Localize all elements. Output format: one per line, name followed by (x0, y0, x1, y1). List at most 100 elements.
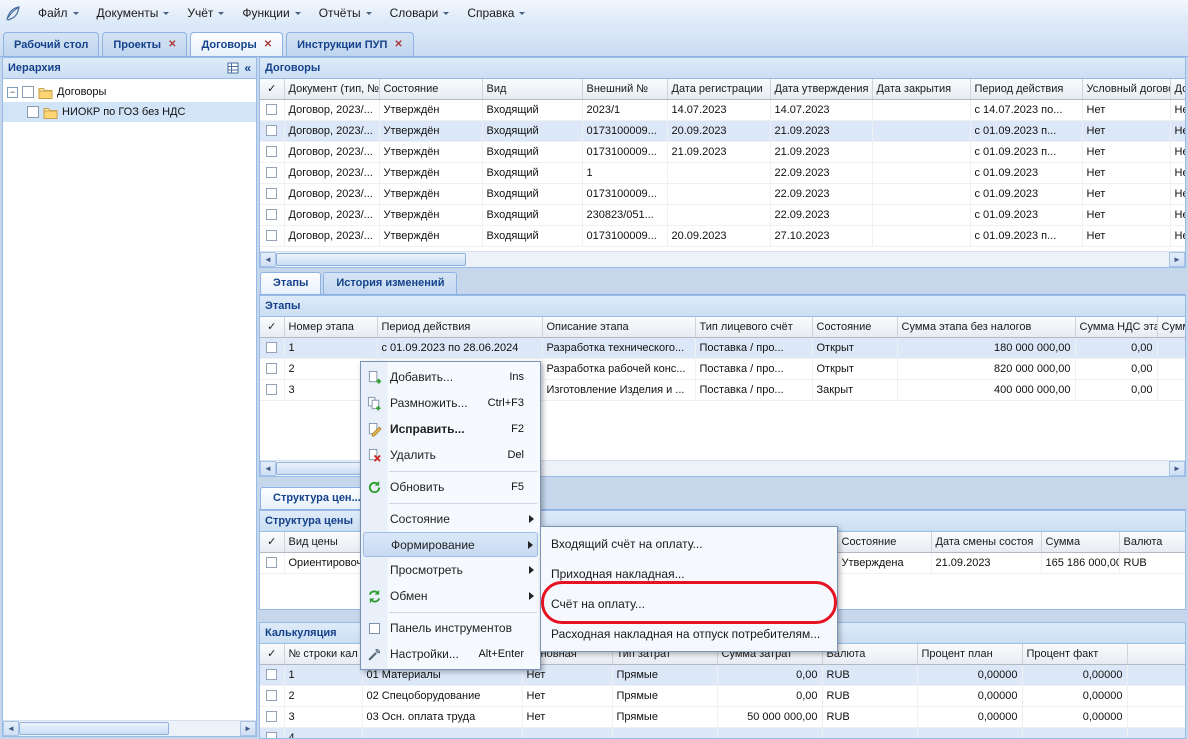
column-header[interactable]: Вид (482, 79, 582, 99)
table-row[interactable]: Договор, 2023/...УтверждёнВходящий2023/1… (260, 99, 1185, 120)
row-checkbox[interactable] (266, 188, 277, 199)
column-header[interactable]: До (1170, 79, 1185, 99)
column-header[interactable]: ✓ (260, 532, 284, 552)
menu-help[interactable]: Справка (458, 3, 534, 24)
menu-documents[interactable]: Документы (88, 3, 179, 24)
column-header[interactable]: Дата закрытия (872, 79, 970, 99)
column-header[interactable]: Дата смены состоя (931, 532, 1041, 552)
close-tab-icon[interactable]: ✕ (394, 40, 402, 50)
scrollbar-track[interactable] (276, 252, 1169, 267)
column-header[interactable]: Дата регистрации (667, 79, 770, 99)
close-tab-icon[interactable]: ✕ (168, 40, 176, 50)
column-header[interactable]: Описание этапа (542, 317, 695, 337)
menu-accounting[interactable]: Учёт (178, 3, 233, 24)
context-menu-item-settings[interactable]: Настройки... Alt+Enter (361, 641, 540, 667)
menu-dictionaries[interactable]: Словари (381, 3, 459, 24)
column-header[interactable]: Документ (тип, № (284, 79, 379, 99)
column-header[interactable]: Процент факт (1022, 644, 1127, 664)
column-header[interactable]: № строки кал (284, 644, 362, 664)
tab-stages[interactable]: Этапы (260, 272, 321, 294)
tree-checkbox[interactable] (22, 86, 34, 98)
tree-checkbox[interactable] (27, 106, 39, 118)
menu-file[interactable]: Файл (29, 3, 88, 24)
row-checkbox[interactable] (266, 363, 277, 374)
table-row[interactable]: Договор, 2023/...УтверждёнВходящий017310… (260, 141, 1185, 162)
column-header[interactable]: Период действия (970, 79, 1082, 99)
row-checkbox[interactable] (266, 711, 277, 722)
menu-reports[interactable]: Отчёты (310, 3, 381, 24)
close-tab-icon[interactable]: ✕ (264, 40, 272, 50)
context-menu-item-edit[interactable]: Исправить... F2 (361, 416, 540, 442)
column-header[interactable]: Дата утверждения (770, 79, 872, 99)
table-row[interactable]: Договор, 2023/...УтверждёнВходящий017310… (260, 183, 1185, 204)
column-header[interactable]: Тип лицевого счёт (695, 317, 812, 337)
table-row[interactable]: Договор, 2023/...УтверждёнВходящий122.09… (260, 162, 1185, 183)
context-menu-item-duplicate[interactable]: Размножить... Ctrl+F3 (361, 390, 540, 416)
tab-contracts[interactable]: Договоры✕ (190, 32, 283, 56)
row-checkbox[interactable] (266, 732, 277, 738)
context-menu-item-add[interactable]: Добавить... Ins (361, 364, 540, 390)
menu-functions[interactable]: Функции (233, 3, 309, 24)
scrollbar-track[interactable] (19, 721, 240, 736)
tree-node-niokr[interactable]: НИОКР по ГОЗ без НДС (3, 102, 256, 122)
context-menu-item-generate[interactable]: Формирование (363, 532, 538, 557)
column-header[interactable]: Состояние (379, 79, 482, 99)
column-header[interactable]: Валюта (1119, 532, 1185, 552)
tree-node-contracts[interactable]: − Договоры (3, 82, 256, 102)
column-header[interactable]: Сумма НДС этапа (1075, 317, 1157, 337)
column-header[interactable]: ✓ (260, 79, 284, 99)
submenu-item-outgoing-note[interactable]: Расходная накладная на отпуск потребител… (541, 619, 837, 649)
table-row[interactable]: 1с 01.09.2023 по 28.06.2024Разработка те… (260, 337, 1185, 358)
table-row[interactable]: 4 (260, 727, 1185, 738)
grid-tool-icon[interactable] (227, 62, 239, 74)
row-checkbox[interactable] (266, 125, 277, 136)
scroll-left-icon[interactable]: ◄ (260, 252, 276, 267)
scrollbar-thumb[interactable] (276, 253, 466, 266)
row-checkbox[interactable] (266, 342, 277, 353)
table-row[interactable]: 303 Осн. оплата трудаНетПрямые50 000 000… (260, 706, 1185, 727)
tab-price-structure[interactable]: Структура цен... (260, 487, 374, 509)
scroll-left-icon[interactable]: ◄ (3, 721, 19, 736)
column-header[interactable]: Номер этапа (284, 317, 377, 337)
column-header[interactable]: ✓ (260, 317, 284, 337)
row-checkbox[interactable] (266, 146, 277, 157)
scrollbar-thumb[interactable] (19, 722, 169, 735)
column-header[interactable]: Состояние (837, 532, 931, 552)
column-header[interactable] (1127, 644, 1185, 664)
scroll-right-icon[interactable]: ► (240, 721, 256, 736)
context-menu-item-delete[interactable]: Удалить Del (361, 442, 540, 468)
column-header[interactable]: Условный договор (1082, 79, 1170, 99)
context-menu-item-exchange[interactable]: Обмен (361, 583, 540, 609)
tree-collapse-icon[interactable]: − (7, 87, 18, 98)
row-checkbox[interactable] (266, 104, 277, 115)
table-row[interactable]: Договор, 2023/...УтверждёнВходящий017310… (260, 120, 1185, 141)
context-menu-item-view[interactable]: Просмотреть (361, 557, 540, 583)
row-checkbox[interactable] (266, 230, 277, 241)
tab-instructions-pup[interactable]: Инструкции ПУП✕ (286, 32, 414, 56)
table-row[interactable]: Договор, 2023/...УтверждёнВходящий017310… (260, 225, 1185, 246)
column-header[interactable]: Период действия (377, 317, 542, 337)
submenu-item-payment-invoice[interactable]: Счёт на оплату... (541, 589, 837, 619)
collapse-panel-icon[interactable]: « (244, 61, 251, 75)
row-checkbox[interactable] (266, 557, 277, 568)
column-header[interactable]: Сумма (1041, 532, 1119, 552)
column-header[interactable]: ✓ (260, 644, 284, 664)
scroll-right-icon[interactable]: ► (1169, 252, 1185, 267)
submenu-item-receipt-note[interactable]: Приходная накладная... (541, 559, 837, 589)
tab-history[interactable]: История изменений (323, 272, 457, 294)
column-header[interactable]: Сумма этапа без налогов (897, 317, 1075, 337)
horizontal-scrollbar[interactable]: ◄ ► (260, 251, 1185, 267)
submenu-item-incoming-invoice[interactable]: Входящий счёт на оплату... (541, 529, 837, 559)
scroll-right-icon[interactable]: ► (1169, 461, 1185, 476)
context-menu-item-refresh[interactable]: Обновить F5 (361, 474, 540, 500)
row-checkbox[interactable] (266, 167, 277, 178)
row-checkbox[interactable] (266, 669, 277, 680)
column-header[interactable]: Сумма эт (1157, 317, 1185, 337)
scroll-left-icon[interactable]: ◄ (260, 461, 276, 476)
column-header[interactable]: Состояние (812, 317, 897, 337)
table-row[interactable]: Договор, 2023/...УтверждёнВходящий230823… (260, 204, 1185, 225)
column-header[interactable]: Внешний № (582, 79, 667, 99)
context-menu-item-state[interactable]: Состояние (361, 506, 540, 532)
context-menu-item-toolbar[interactable]: Панель инструментов (361, 615, 540, 641)
table-row[interactable]: 202 СпецоборудованиеНетПрямые0,00RUB0,00… (260, 685, 1185, 706)
